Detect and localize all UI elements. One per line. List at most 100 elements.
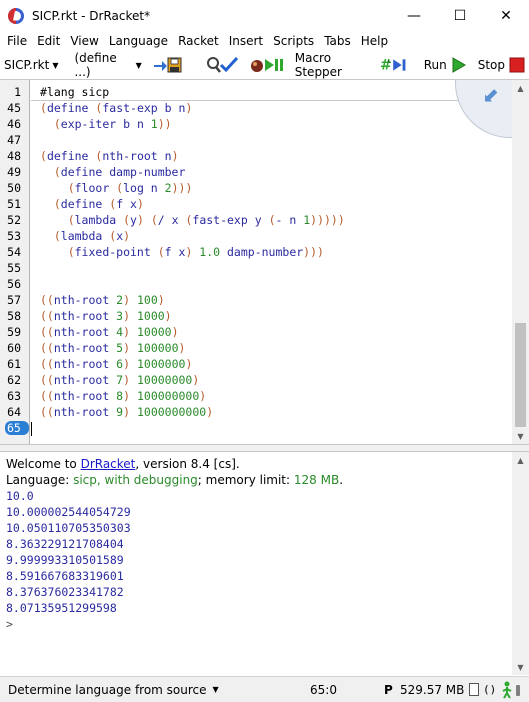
code-token: (( (40, 373, 54, 387)
code-token: nth-root (53, 405, 117, 419)
code-token: exp-iter b n (60, 117, 151, 131)
line-number: 52 (7, 213, 21, 227)
line-number: 54 (7, 245, 21, 259)
welcome-suffix: , version 8.4 [cs]. (135, 457, 240, 471)
repl-output: 8.376376023341782 (6, 585, 124, 599)
code-token: ) (123, 325, 137, 339)
run-button[interactable]: Run (421, 56, 471, 74)
line-number: 50 (7, 181, 21, 195)
file-dropdown[interactable]: SICP.rkt ▼ (0, 58, 62, 72)
repl-output: 9.999993310501589 (6, 553, 124, 567)
language-name: sicp, with debugging (73, 473, 198, 487)
line-number: 64 (7, 405, 21, 419)
menu-tabs[interactable]: Tabs (319, 34, 356, 48)
definitions-editor[interactable]: 1 45 46 47 48 49 50 51 52 53 54 55 56 57… (0, 79, 529, 444)
menu-scripts[interactable]: Scripts (268, 34, 319, 48)
code-line: (fixed-point (f x) 1.0 damp-number))) (40, 245, 324, 259)
pane-splitter[interactable] (0, 444, 529, 452)
line-number: 51 (7, 197, 21, 211)
code-token: 10000000 (136, 373, 193, 387)
macro-stepper-button[interactable]: Macro Stepper # ' (292, 51, 421, 79)
memory-usage[interactable]: 529.57 MB (400, 683, 464, 697)
code-token: )) (157, 117, 172, 131)
debug-button[interactable] (246, 56, 288, 74)
code-token: ) (185, 101, 193, 115)
code-token: nth-root (53, 389, 117, 403)
stop-label: Stop (477, 58, 505, 72)
line-number: 56 (7, 277, 21, 291)
minimize-button[interactable]: — (391, 0, 437, 31)
title-bar: SICP.rkt - DrRacket* — ☐ ✕ (0, 0, 529, 31)
code-token: nth-root (53, 309, 117, 323)
check-syntax-icon (206, 56, 238, 73)
menu-file[interactable]: File (2, 34, 32, 48)
code-token: ) (164, 309, 172, 323)
code-line: ((nth-root 9) 1000000000) (40, 405, 213, 419)
code-line: ((nth-root 3) 1000) (40, 309, 172, 323)
menu-help[interactable]: Help (356, 34, 393, 48)
language-selector[interactable]: Determine language from source ▼ (8, 683, 219, 697)
scroll-down-icon[interactable]: ▼ (512, 428, 529, 444)
line-number: 46 (7, 117, 21, 131)
editor-scrollbar-thumb[interactable] (515, 323, 526, 427)
code-token: define (46, 101, 96, 115)
code-token: f x (164, 245, 186, 259)
code-token: ))))) (310, 213, 345, 227)
code-token: ( (123, 213, 131, 227)
code-line: (floor (log n 2))) (40, 181, 193, 195)
code-token: 1000000000 (136, 405, 207, 419)
code-token: nth-root n (102, 149, 172, 163)
repl-prompt[interactable]: > (6, 617, 13, 631)
code-token: nth-root (53, 373, 117, 387)
close-button[interactable]: ✕ (483, 0, 529, 31)
repl-output: 10.000002544054729 (6, 505, 131, 519)
menu-edit[interactable]: Edit (32, 34, 65, 48)
repl-scrollbar[interactable]: ▲ ▼ (512, 452, 529, 675)
code-token: (( (40, 293, 54, 307)
editor-scrollbar[interactable]: ▲ ▼ (512, 80, 529, 444)
code-token: ) (206, 405, 214, 419)
code-token: ( (40, 165, 61, 179)
menu-insert[interactable]: Insert (224, 34, 268, 48)
scroll-down-icon[interactable]: ▼ (512, 659, 529, 675)
code-token: ) (123, 341, 137, 355)
code-token: ( (268, 213, 276, 227)
save-button[interactable] (150, 56, 186, 74)
code-token: ) (123, 229, 131, 243)
menu-view[interactable]: View (65, 34, 103, 48)
code-token: fixed-point (74, 245, 158, 259)
paren-indicator: () (483, 683, 497, 696)
running-figure-icon (502, 681, 520, 699)
stop-button[interactable]: Stop (475, 56, 529, 74)
code-token: ) (171, 325, 179, 339)
interactions-pane[interactable]: Welcome to DrRacket, version 8.4 [cs]. L… (0, 452, 529, 675)
define-dropdown[interactable]: (define ...) ▼ (70, 51, 145, 79)
debug-icon (250, 59, 283, 72)
code-token: (( (40, 405, 54, 419)
code-line: ((nth-root 2) 100) (40, 293, 165, 307)
code-token: 2 (164, 181, 172, 195)
code-token: (( (40, 325, 54, 339)
scroll-up-icon[interactable]: ▲ (512, 452, 529, 468)
menu-bar: File Edit View Language Racket Insert Sc… (0, 31, 529, 51)
line-number: 49 (7, 165, 21, 179)
save-icon (153, 57, 182, 73)
window-controls: — ☐ ✕ (391, 0, 529, 31)
maximize-button[interactable]: ☐ (437, 0, 483, 31)
code-token: - n (275, 213, 304, 227)
line-number: 55 (7, 261, 21, 275)
code-token: nth-root (53, 341, 117, 355)
line-number: 48 (7, 149, 21, 163)
code-token: (( (40, 341, 54, 355)
menu-racket[interactable]: Racket (173, 34, 224, 48)
current-line-number: 65 (5, 421, 29, 435)
menu-language[interactable]: Language (104, 34, 173, 48)
lang-line: #lang sicp (40, 85, 110, 99)
drracket-link[interactable]: DrRacket (81, 457, 136, 471)
check-syntax-button[interactable] (202, 56, 242, 74)
code-token: (( (40, 357, 54, 371)
scroll-up-icon[interactable]: ▲ (512, 80, 529, 96)
code-token: ) (123, 309, 137, 323)
svg-text:': ' (388, 59, 391, 71)
code-token: ( (40, 245, 75, 259)
